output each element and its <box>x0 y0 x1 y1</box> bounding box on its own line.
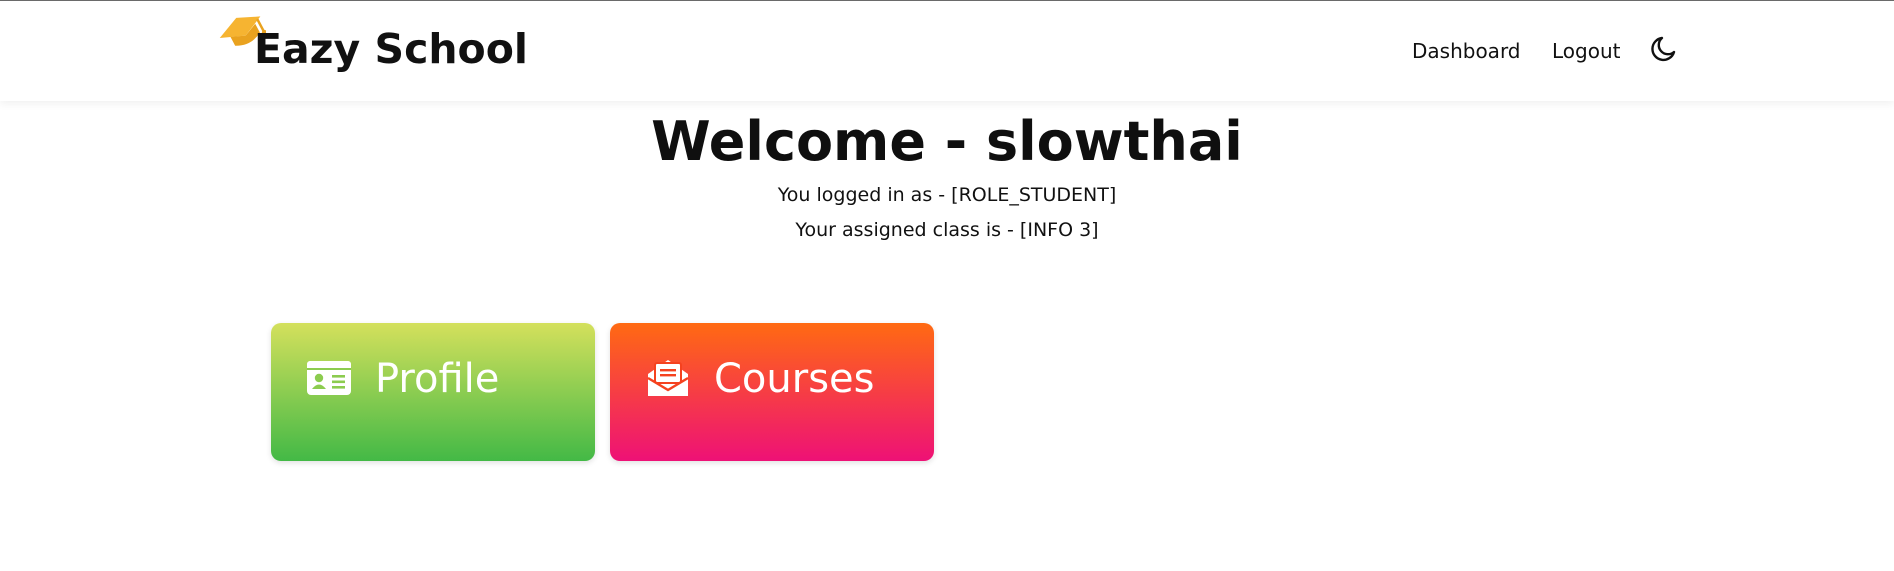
nav-dashboard-link[interactable]: Dashboard <box>1412 39 1521 63</box>
welcome-heading: Welcome - slowthai <box>651 110 1243 173</box>
profile-card-label: Profile <box>375 356 500 402</box>
nav-logout-link[interactable]: Logout <box>1552 39 1620 63</box>
id-card-icon <box>307 361 351 395</box>
courses-card-label: Courses <box>714 356 875 402</box>
profile-card[interactable]: Profile <box>271 323 595 461</box>
envelope-open-icon <box>647 360 689 396</box>
class-text: Your assigned class is - [INFO 3] <box>795 219 1099 241</box>
brand-name: Eazy School <box>254 25 528 73</box>
role-text: You logged in as - [ROLE_STUDENT] <box>777 184 1117 206</box>
navbar: Eazy School Dashboard Logout <box>0 1 1894 101</box>
courses-card[interactable]: Courses <box>610 323 934 461</box>
moon-icon[interactable] <box>1648 34 1678 64</box>
